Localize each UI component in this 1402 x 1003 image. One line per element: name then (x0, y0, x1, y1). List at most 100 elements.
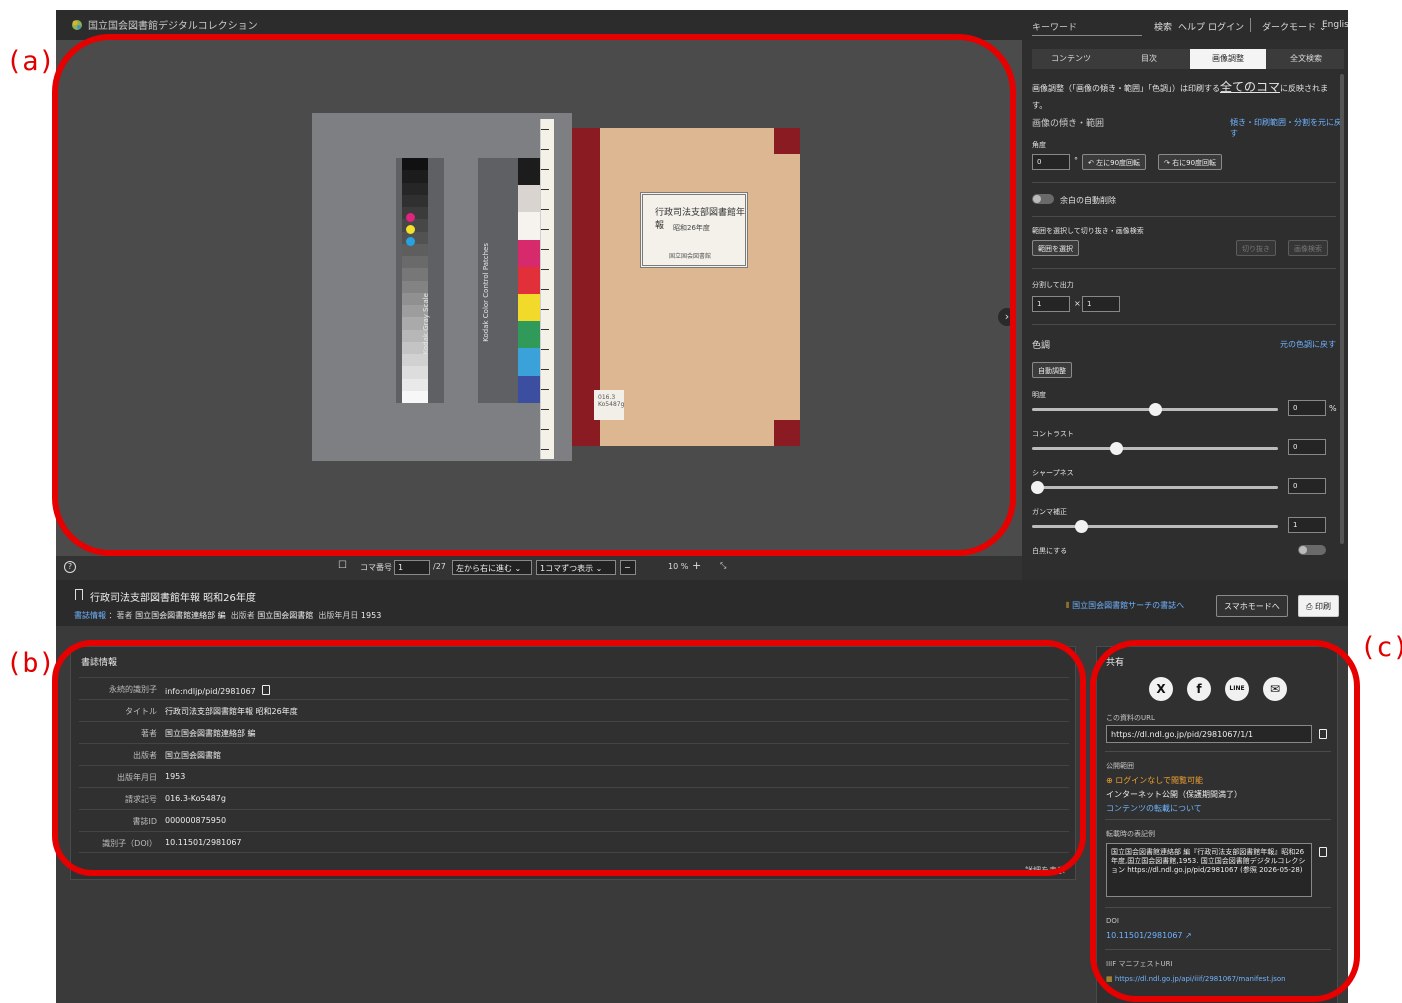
meta-link[interactable]: 書誌情報 (74, 611, 106, 620)
gamma-slider[interactable] (1032, 520, 1278, 533)
gamma-input[interactable]: 1 (1288, 517, 1326, 533)
bookmark-icon[interactable]: ☐ (338, 560, 347, 571)
url-field[interactable]: https://dl.ndl.go.jp/pid/2981067/1/1 (1106, 725, 1312, 743)
tab-contents[interactable]: コンテンツ (1032, 49, 1110, 69)
panel-scrollbar[interactable] (1340, 74, 1344, 544)
rotate-left-button[interactable]: ↶ 左に90度回転 (1082, 154, 1147, 170)
sharpness-slider[interactable] (1030, 481, 1278, 494)
rotate-right-icon: ↷ (1164, 159, 1170, 167)
copy-icon[interactable] (1319, 847, 1327, 857)
line-icon[interactable]: LINE (1225, 677, 1249, 701)
angle-input[interactable]: 0 (1032, 154, 1070, 170)
slider-thumb[interactable] (1075, 520, 1089, 533)
split-y-input[interactable]: 1 (1082, 296, 1120, 312)
x-twitter-icon[interactable]: X (1149, 677, 1173, 701)
iiif-icon: ▦ (1106, 975, 1113, 983)
image-search-button[interactable]: 画像検索 (1288, 240, 1328, 256)
book-cover: 行政司法支部図書館年報 昭和26年度 国立国会図書館 016.3 Ko5487g (572, 128, 800, 446)
smartphone-mode-button[interactable]: スマホモードへ (1216, 595, 1288, 617)
row-value: 国立国会図書館 (165, 751, 221, 760)
darkmode-toggle[interactable]: ダークモード ⌄ (1262, 20, 1326, 33)
adjust-intro-tail: す。 (1032, 101, 1048, 110)
citation-box[interactable]: 国立国会図書館連絡部 編『行政司法支部図書館年報』昭和26年度,国立国会図書館,… (1106, 843, 1312, 897)
tilt-heading: 画像の傾き・範囲 (1032, 119, 1105, 129)
iiif-link-text: https://dl.ndl.go.jp/api/iiif/2981067/ma… (1114, 975, 1286, 983)
brand[interactable]: 国立国会図書館デジタルコレクション (70, 17, 258, 32)
frame-number-input[interactable]: 1 (394, 560, 430, 575)
split-times: × (1074, 299, 1081, 308)
contrast-input[interactable]: 0 (1288, 439, 1326, 455)
english-link[interactable]: English (1322, 20, 1348, 30)
tab-fulltext-search[interactable]: 全文検索 (1268, 49, 1344, 69)
keyword-input[interactable]: キーワード (1032, 20, 1142, 36)
zoom-out-button[interactable]: − (620, 560, 636, 575)
item-meta: 書誌情報 ：著者 国立国会図書館連絡部 編 出版者 国立国会図書館 出版年月日 … (74, 610, 381, 621)
scope-login-free: ⊕ ログインなしで閲覧可能 (1106, 775, 1203, 786)
date-value: 1953 (360, 611, 382, 620)
print-button[interactable]: ⎙ 印刷 (1298, 595, 1339, 617)
iiif-link[interactable]: ▦ https://dl.ndl.go.jp/api/iiif/2981067/… (1106, 975, 1286, 983)
autocrop-toggle[interactable] (1032, 194, 1054, 204)
zoom-in-button[interactable]: + (692, 559, 701, 572)
split-x-input[interactable]: 1 (1032, 296, 1070, 312)
ndl-search-link[interactable]: ⦀ 国立国会図書館サーチの書誌へ (1066, 600, 1184, 611)
bookmark-icon[interactable] (75, 589, 83, 600)
slider-thumb[interactable] (1109, 442, 1123, 455)
ndl-logo-icon (72, 19, 82, 30)
image-adjust-panel: コンテンツ 目次 画像調整 全文検索 画像調整（「画像の傾き・範囲」「色調」）は… (1022, 40, 1348, 580)
row-key: 書誌ID (132, 817, 157, 826)
fullscreen-icon[interactable]: ⤡ (720, 561, 726, 571)
contrast-slider[interactable] (1032, 442, 1278, 455)
angle-unit: ° (1074, 156, 1078, 165)
copy-icon[interactable] (1319, 729, 1327, 739)
copy-icon[interactable] (262, 685, 271, 695)
brightness-slider[interactable] (1032, 403, 1278, 416)
row-value: 016.3-Ko5487g (165, 794, 226, 803)
auto-adjust-button[interactable]: 自動調整 (1032, 362, 1072, 378)
slider-thumb[interactable] (1149, 403, 1162, 416)
share-heading: 共有 (1106, 658, 1125, 668)
bw-label: 白黒にする (1032, 547, 1068, 555)
adjust-intro-text: 画像調整（「画像の傾き・範囲」「色調」）は印刷する (1032, 84, 1220, 93)
print-label: 印刷 (1314, 602, 1331, 611)
display-mode-value: 1コマずつ表示 (540, 564, 594, 573)
divider (1105, 949, 1331, 950)
select-range-button[interactable]: 範囲を選択 (1032, 240, 1079, 256)
next-page-button[interactable]: › (998, 308, 1016, 326)
login-link[interactable]: ログイン (1208, 20, 1244, 33)
divider (1032, 268, 1336, 269)
cite-label: 転載時の表記例 (1106, 830, 1155, 838)
search-button[interactable]: 検索 (1154, 20, 1172, 33)
slider-thumb[interactable] (1030, 481, 1044, 494)
sharpness-input[interactable]: 0 (1288, 478, 1326, 494)
tab-toc[interactable]: 目次 (1110, 49, 1188, 69)
row-key: 請求記号 (125, 795, 157, 804)
table-row: 書誌ID 000000875950 (79, 809, 1069, 831)
help-link[interactable]: ヘルプ (1178, 20, 1205, 33)
row-key: 識別子（DOI） (102, 839, 157, 848)
tab-image-adjust[interactable]: 画像調整 (1190, 49, 1266, 69)
brightness-input[interactable]: 0 (1288, 400, 1326, 416)
row-value: info:ndljp/pid/2981067 (165, 684, 271, 696)
image-viewer[interactable]: Kodak Gray Scale Kodak Color Control Pat… (56, 40, 1022, 556)
page-direction-select[interactable]: 左から右に進む ⌄ (452, 560, 532, 575)
ndl-digital-collection-app: 国立国会図書館デジタルコレクション キーワード 検索 ヘルプ ログイン ダークモ… (56, 10, 1348, 1003)
row-value: 行政司法支部図書館年報 昭和26年度 (165, 707, 298, 716)
color-reset-link[interactable]: 元の色調に戻す (1280, 339, 1336, 350)
doi-link[interactable]: 10.11501/2981067 ↗ (1106, 931, 1192, 940)
bw-toggle[interactable] (1298, 545, 1326, 555)
reuse-link[interactable]: コンテンツの転載について (1106, 803, 1202, 814)
show-more-link[interactable]: ⌄ 詳細を表示 (1016, 865, 1065, 876)
publisher-label: 出版者 (230, 611, 255, 620)
facebook-icon[interactable]: f (1187, 677, 1211, 701)
tilt-reset-link[interactable]: 傾き・印刷範囲・分割を元に戻す (1230, 117, 1348, 139)
page-direction-value: 左から右に進む (456, 564, 512, 573)
display-mode-select[interactable]: 1コマずつ表示 ⌄ (536, 560, 616, 575)
rotate-right-button[interactable]: ↷ 右に90度回転 (1158, 154, 1223, 170)
mail-icon[interactable]: ✉ (1263, 677, 1287, 701)
nav-divider (1250, 18, 1251, 32)
help-icon[interactable]: ? (64, 561, 76, 573)
adjust-intro-text-end: に反映されま (1280, 84, 1329, 93)
crop-button[interactable]: 切り抜き (1236, 240, 1276, 256)
scope-label: 公開範囲 (1106, 762, 1134, 770)
